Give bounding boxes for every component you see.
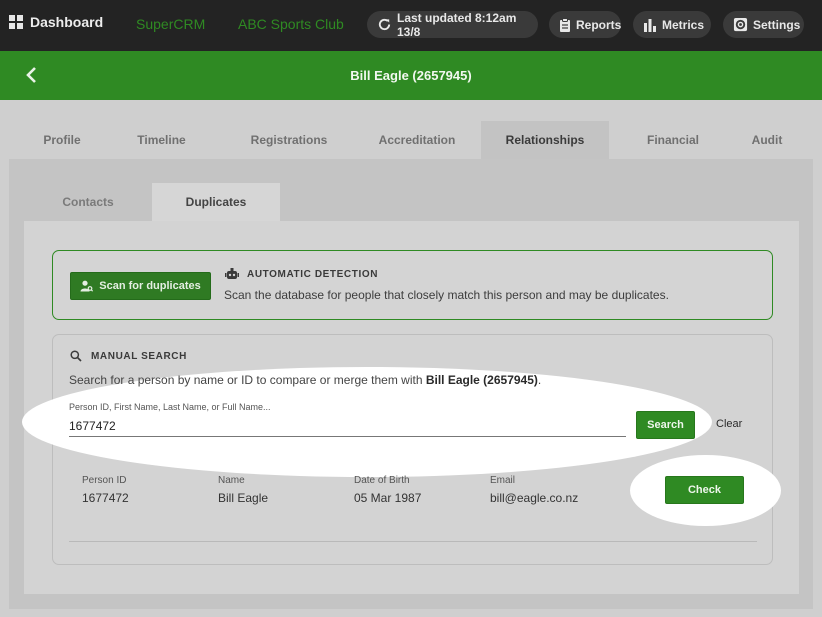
email-label: Email [490,475,516,486]
main-tabs: Profile Timeline Registrations Accredita… [0,121,822,159]
automatic-description: Scan the database for people that closel… [224,288,669,302]
scan-for-duplicates-button[interactable]: Scan for duplicates [70,272,211,300]
manual-desc-suffix: . [537,373,542,387]
reports-label: Reports [576,17,622,32]
manual-search-description: Search for a person by name or ID to com… [69,373,541,387]
metrics-label: Metrics [662,17,705,32]
name-label: Name [218,475,245,486]
page-title: Bill Eagle (2657945) [350,68,472,83]
bar-chart-icon [643,18,657,32]
refresh-icon [377,17,392,32]
tab-financial[interactable]: Financial [637,121,709,159]
tab-relationships[interactable]: Relationships [481,121,609,159]
brand-club: ABC Sports Club [238,16,344,32]
search-icon [70,350,82,362]
dob-label: Date of Birth [354,475,410,486]
check-button[interactable]: Check [665,476,744,504]
dashboard-link[interactable]: Dashboard [9,14,103,30]
scan-button-label: Scan for duplicates [99,280,201,292]
metrics-button[interactable]: Metrics [633,11,711,38]
tab-audit[interactable]: Audit [744,121,790,159]
search-input[interactable] [69,415,626,437]
tab-registrations[interactable]: Registrations [239,121,339,159]
tab-timeline[interactable]: Timeline [124,121,199,159]
result-divider [69,541,757,542]
manual-desc-name: Bill Eagle (2657945) [425,373,538,387]
tab-profile[interactable]: Profile [26,121,98,159]
manual-desc-prefix: Search for a person by name or ID to com… [69,373,426,387]
clear-button[interactable]: Clear [716,418,742,430]
settings-label: Settings [753,17,801,32]
tab-accreditation[interactable]: Accreditation [367,121,467,159]
subtab-duplicates[interactable]: Duplicates [152,183,280,221]
dob-value: 05 Mar 1987 [354,491,422,505]
dashboard-label: Dashboard [30,14,104,30]
email-value: bill@eagle.co.nz [490,491,579,505]
search-field-label: Person ID, First Name, Last Name, or Ful… [69,402,271,412]
person-id-value: 1677472 [82,491,129,505]
search-button[interactable]: Search [636,411,695,439]
last-updated-label: Last updated 8:12am 13/8 [397,10,517,39]
automatic-detection-heading: AUTOMATIC DETECTION [225,268,378,281]
manual-heading-label: MANUAL SEARCH [91,350,187,362]
reports-button[interactable]: Reports [549,11,621,38]
brand-supercrm: SuperCRM [136,16,206,32]
settings-button[interactable]: Settings [723,11,804,38]
last-updated-button[interactable]: Last updated 8:12am 13/8 [367,10,538,39]
person-id-label: Person ID [82,475,127,486]
name-value: Bill Eagle [218,491,269,505]
subtab-contacts[interactable]: Contacts [24,183,152,221]
clipboard-icon [559,17,571,32]
automatic-heading-label: AUTOMATIC DETECTION [247,269,379,280]
gear-icon [733,17,748,32]
grid-icon [9,15,23,29]
manual-search-heading: MANUAL SEARCH [70,350,187,362]
user-search-icon [80,280,94,292]
top-navbar: Dashboard SuperCRM ABC Sports Club Last … [0,0,822,51]
robot-icon [225,268,239,281]
